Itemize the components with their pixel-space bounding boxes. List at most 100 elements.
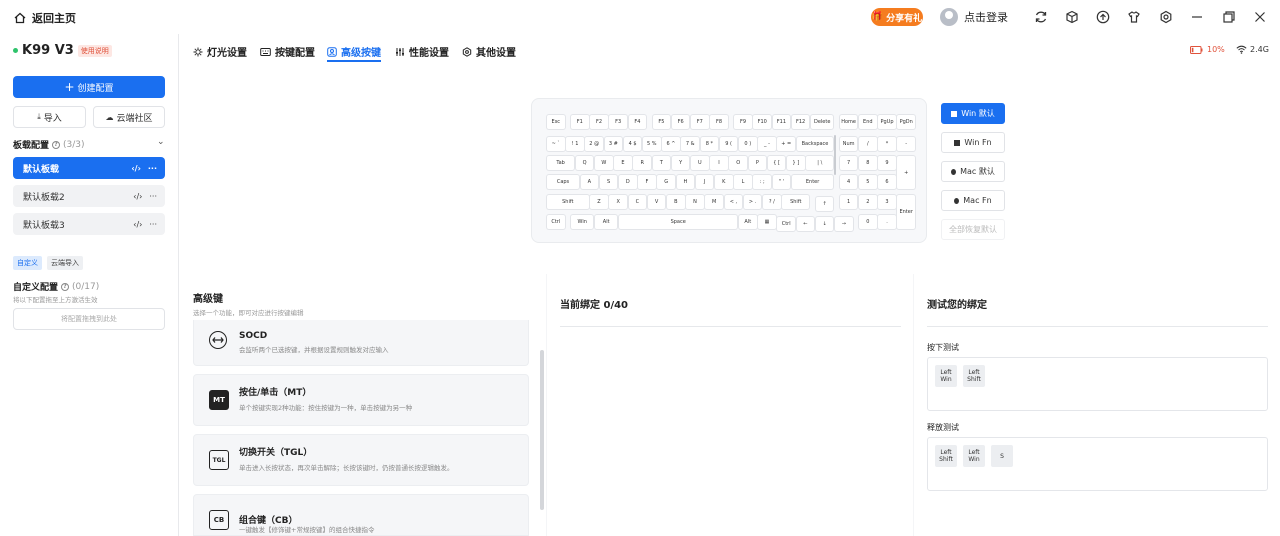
- mac-default-button[interactable]: Mac 默认: [941, 161, 1005, 182]
- back-home-button[interactable]: 返回主页: [14, 10, 76, 26]
- key-[interactable]: .: [878, 215, 896, 229]
- key-3[interactable]: 3: [878, 195, 896, 209]
- key-[interactable]: ? /: [763, 195, 781, 209]
- key-t[interactable]: T: [652, 156, 671, 170]
- tab-cloud-import[interactable]: 云端导入: [47, 256, 83, 270]
- key-enter[interactable]: Enter: [791, 175, 834, 189]
- key-[interactable]: -: [897, 137, 915, 151]
- more-icon[interactable]: ···: [149, 220, 157, 229]
- key-9[interactable]: 9 (: [719, 137, 738, 151]
- key-[interactable]: *: [878, 137, 896, 151]
- key-e[interactable]: E: [614, 156, 632, 170]
- key-[interactable]: ~ `: [547, 137, 565, 151]
- press-test-box[interactable]: Left Win Left Shift: [927, 357, 1268, 411]
- login-button[interactable]: 点击登录: [940, 8, 1008, 26]
- key-numpad-enter[interactable]: Enter: [897, 195, 915, 229]
- tab-custom[interactable]: 自定义: [13, 256, 42, 270]
- sync-icon[interactable]: [1033, 9, 1049, 25]
- key-3[interactable]: 3 #: [604, 137, 623, 151]
- key-end[interactable]: End: [859, 115, 877, 129]
- key-numpad-plus[interactable]: +: [897, 156, 915, 189]
- tab-lighting[interactable]: 灯光设置: [193, 44, 247, 59]
- key-8[interactable]: 8: [859, 156, 877, 170]
- key-n[interactable]: N: [686, 195, 704, 209]
- key-f7[interactable]: F7: [691, 115, 709, 129]
- shirt-icon[interactable]: [1126, 9, 1142, 25]
- key-o[interactable]: O: [729, 156, 747, 170]
- key-r[interactable]: R: [633, 156, 651, 170]
- win-fn-button[interactable]: Win Fn: [941, 132, 1005, 153]
- key-pgup[interactable]: PgUp: [878, 115, 896, 129]
- code-icon[interactable]: ‹/›: [133, 192, 142, 201]
- key-[interactable]: | \: [806, 156, 834, 170]
- cb-card[interactable]: CB 组合键（CB） 一键触发【修饰键+常规按键】的组合快捷指令: [193, 494, 529, 536]
- key-0[interactable]: 0 ): [739, 137, 757, 151]
- key-f11[interactable]: F11: [772, 115, 791, 129]
- key-shift[interactable]: Shift: [782, 195, 810, 209]
- key-[interactable]: ↑: [815, 197, 834, 211]
- code-icon[interactable]: ‹/›: [131, 164, 141, 173]
- key-[interactable]: } ]: [787, 156, 805, 170]
- tab-other-settings[interactable]: 其他设置: [462, 44, 516, 59]
- key-0[interactable]: 0: [859, 215, 877, 229]
- minimize-icon[interactable]: [1189, 9, 1205, 25]
- cube-icon[interactable]: [1064, 9, 1080, 25]
- key-pgdn[interactable]: PgDn: [897, 115, 915, 129]
- create-config-button[interactable]: + 创建配置: [13, 76, 165, 98]
- more-icon[interactable]: ···: [148, 164, 157, 173]
- restore-icon[interactable]: [1221, 9, 1237, 25]
- key-f10[interactable]: F10: [753, 115, 771, 129]
- key-backspace[interactable]: Backspace: [796, 137, 834, 151]
- key-d[interactable]: D: [619, 175, 637, 189]
- key-f2[interactable]: F2: [590, 115, 608, 129]
- help-icon[interactable]: ?: [52, 140, 61, 149]
- key-tab[interactable]: Tab: [547, 156, 575, 170]
- import-button[interactable]: ⤓ 导入: [13, 106, 86, 128]
- key-[interactable]: →: [835, 217, 853, 231]
- share-gift-button[interactable]: 🎁 分享有礼: [871, 8, 923, 26]
- key-y[interactable]: Y: [671, 156, 690, 170]
- key-6[interactable]: 6 ^: [662, 137, 680, 151]
- key-v[interactable]: V: [647, 195, 666, 209]
- tab-performance[interactable]: 性能设置: [395, 44, 449, 59]
- key-shift[interactable]: Shift: [547, 195, 589, 209]
- key-alt[interactable]: Alt: [739, 215, 757, 229]
- tgl-card[interactable]: TGL 切换开关（TGL） 单击进入长按状态，再次单击解除；长按该键时，仍按普通…: [193, 434, 529, 486]
- key-z[interactable]: Z: [590, 195, 608, 209]
- key-1[interactable]: ! 1: [566, 137, 584, 151]
- release-test-box[interactable]: Left Shift Left Win S: [927, 437, 1268, 491]
- key-u[interactable]: U: [691, 156, 709, 170]
- key-f4[interactable]: F4: [628, 115, 647, 129]
- key-9[interactable]: 9: [878, 156, 896, 170]
- key-[interactable]: + =: [777, 137, 795, 151]
- help-icon[interactable]: ?: [61, 282, 70, 291]
- key-q[interactable]: Q: [575, 156, 594, 170]
- key-[interactable]: > .: [743, 195, 762, 209]
- key-f9[interactable]: F9: [734, 115, 752, 129]
- key-s[interactable]: S: [599, 175, 618, 189]
- key-[interactable]: /: [859, 137, 877, 151]
- key-5[interactable]: 5 %: [643, 137, 661, 151]
- key-2[interactable]: 2: [859, 195, 877, 209]
- mt-card[interactable]: MT 按住/单击（MT） 单个按键实现2种功能：按住按键为一种，单击按键为另一种: [193, 374, 529, 426]
- key-j[interactable]: J: [695, 175, 714, 189]
- gear-icon[interactable]: [1158, 9, 1174, 25]
- key-w[interactable]: W: [595, 156, 613, 170]
- key-5[interactable]: 5: [859, 175, 877, 189]
- tab-advanced-keys[interactable]: 高级按键: [327, 44, 381, 62]
- key-a[interactable]: A: [580, 175, 599, 189]
- key-7[interactable]: 7: [839, 156, 858, 170]
- key-[interactable]: " ': [772, 175, 791, 189]
- key-[interactable]: : ;: [753, 175, 771, 189]
- tab-key-config[interactable]: 按键配置: [260, 44, 315, 59]
- key-[interactable]: { [: [767, 156, 786, 170]
- key-2[interactable]: 2 @: [585, 137, 603, 151]
- menu-key-icon[interactable]: ▦: [758, 215, 776, 229]
- key-g[interactable]: G: [657, 175, 675, 189]
- key-space[interactable]: Space: [619, 215, 738, 229]
- socd-card[interactable]: SOCD 会监听两个已选按键，并根据设置规则触发对应输入: [193, 320, 529, 366]
- key-1[interactable]: 1: [839, 195, 858, 209]
- key-f1[interactable]: F1: [571, 115, 589, 129]
- key-[interactable]: ↓: [815, 217, 834, 231]
- key-win[interactable]: Win: [571, 215, 594, 229]
